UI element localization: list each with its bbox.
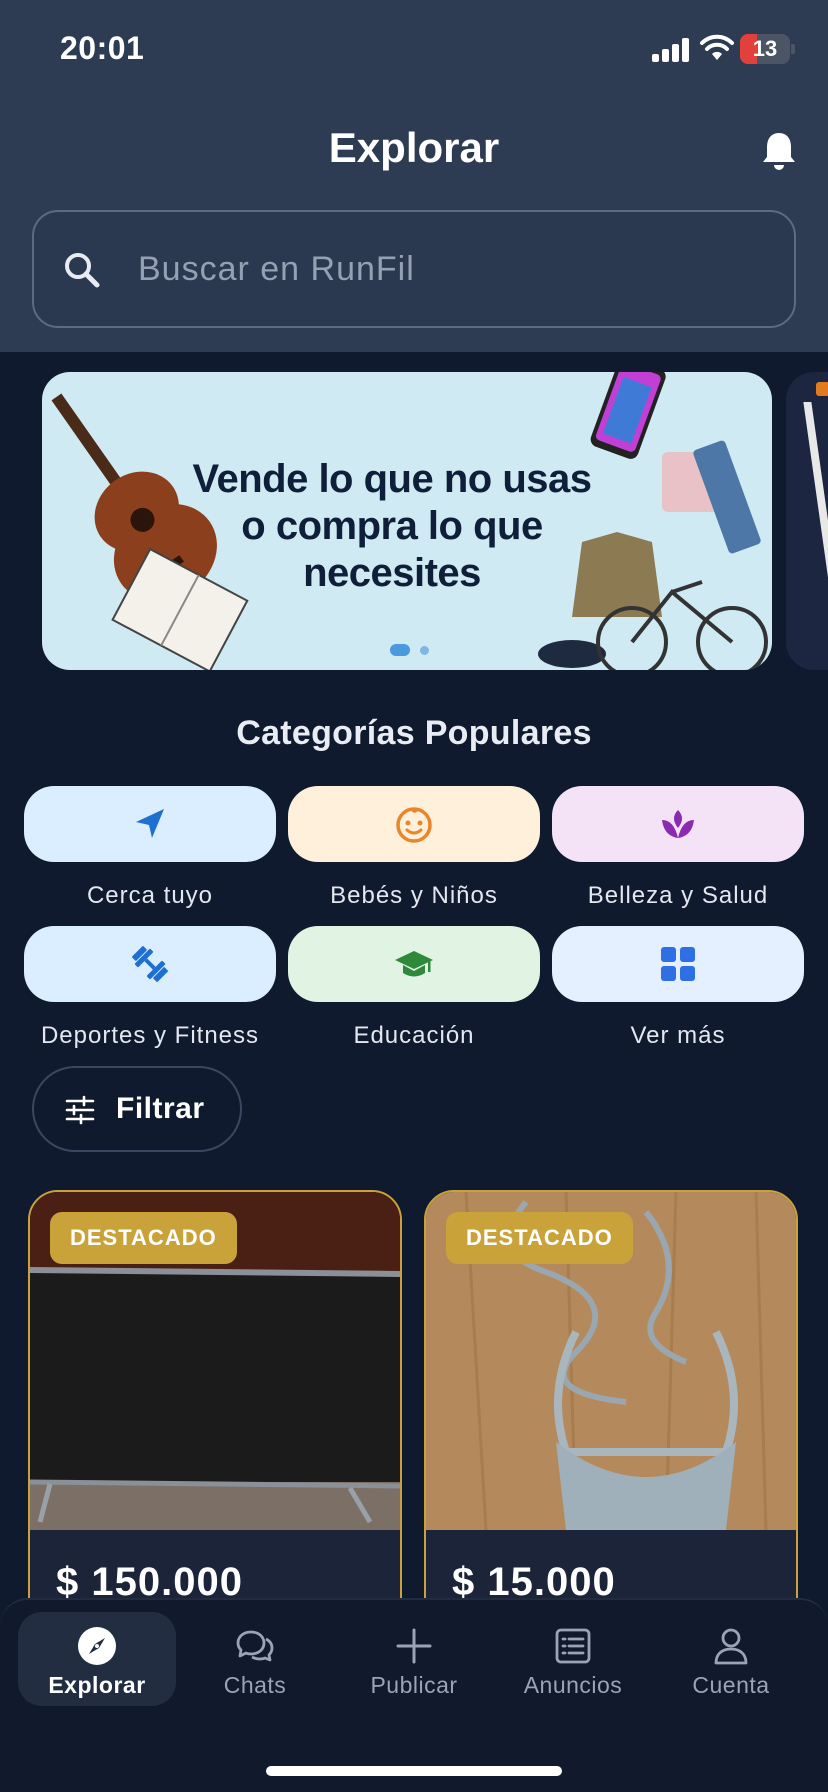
carousel-dot[interactable] — [420, 646, 429, 655]
list-icon — [555, 1628, 591, 1664]
filter-button[interactable]: Filtrar — [32, 1066, 242, 1152]
nav-publicar[interactable]: Publicar — [335, 1612, 493, 1706]
signal-icon — [652, 38, 692, 62]
nav-label: Explorar — [48, 1672, 146, 1698]
lotus-icon — [662, 810, 694, 838]
categories-title: Categorías Populares — [236, 714, 592, 752]
nav-anuncios[interactable]: Anuncios — [494, 1612, 652, 1706]
listing-card[interactable]: DESTACADO $ 150.000 — [28, 1190, 402, 1630]
nav-label: Anuncios — [523, 1672, 623, 1698]
category-label: Ver más — [630, 1022, 726, 1049]
home-indicator — [266, 1766, 562, 1776]
category-cerca-tuyo[interactable]: Cerca tuyo — [24, 786, 276, 926]
search-icon — [65, 253, 100, 288]
status-bar: 20:01 13 — [0, 0, 828, 100]
nav-cuenta[interactable]: Cuenta — [652, 1612, 810, 1706]
nav-chats[interactable]: Chats — [176, 1612, 334, 1706]
next-banner-peek[interactable] — [786, 372, 828, 670]
sliders-icon — [65, 1095, 95, 1125]
wifi-icon — [700, 34, 734, 60]
bottom-nav: Explorar Chats Publicar Anuncios Cuenta — [0, 1598, 828, 1792]
nav-explorar[interactable]: Explorar — [18, 1612, 176, 1706]
featured-badge: DESTACADO — [50, 1212, 237, 1264]
category-label: Cerca tuyo — [86, 882, 214, 909]
filter-label: Filtrar — [116, 1092, 205, 1125]
location-arrow-icon — [136, 809, 164, 838]
page-title: Explorar — [328, 124, 500, 171]
carousel-dot-active[interactable] — [390, 644, 410, 656]
featured-badge: DESTACADO — [446, 1212, 633, 1264]
category-educacion[interactable]: Educación — [288, 926, 540, 1066]
user-icon — [714, 1628, 748, 1665]
status-time: 20:01 — [60, 30, 145, 66]
listing-card[interactable]: DESTACADO $ 15.000 — [424, 1190, 798, 1630]
bell-icon[interactable] — [760, 130, 798, 172]
battery-level: 13 — [752, 36, 778, 61]
chat-bubbles-icon — [236, 1630, 274, 1662]
baby-face-icon — [396, 807, 432, 843]
compass-icon — [78, 1627, 116, 1665]
category-ver-mas[interactable]: Ver más — [552, 926, 804, 1066]
dumbbell-icon — [132, 946, 168, 982]
category-belleza-salud[interactable]: Belleza y Salud — [552, 786, 804, 926]
banner-headline: Vende lo que no usas o compra lo que nec… — [192, 457, 592, 595]
search-placeholder: Buscar en RunFil — [138, 250, 415, 288]
battery-icon: 13 — [740, 34, 795, 64]
category-deportes-fitness[interactable]: Deportes y Fitness — [24, 926, 276, 1066]
category-label: Deportes y Fitness — [40, 1022, 260, 1049]
category-label: Bebés y Niños — [330, 882, 498, 909]
grid-icon — [661, 947, 695, 981]
nav-label: Publicar — [370, 1672, 458, 1698]
nav-label: Cuenta — [692, 1672, 770, 1698]
header: 20:01 13 Explorar Buscar en RunFil — [0, 0, 828, 352]
nav-label: Chats — [223, 1672, 287, 1698]
category-label: Educación — [353, 1022, 475, 1049]
graduation-cap-icon — [395, 951, 433, 977]
promo-banner[interactable]: Vende lo que no usas o compra lo que nec… — [42, 372, 772, 670]
category-bebes-ninos[interactable]: Bebés y Niños — [288, 786, 540, 926]
search-input[interactable]: Buscar en RunFil — [32, 210, 796, 328]
plus-icon — [396, 1628, 432, 1664]
category-label: Belleza y Salud — [587, 882, 769, 909]
